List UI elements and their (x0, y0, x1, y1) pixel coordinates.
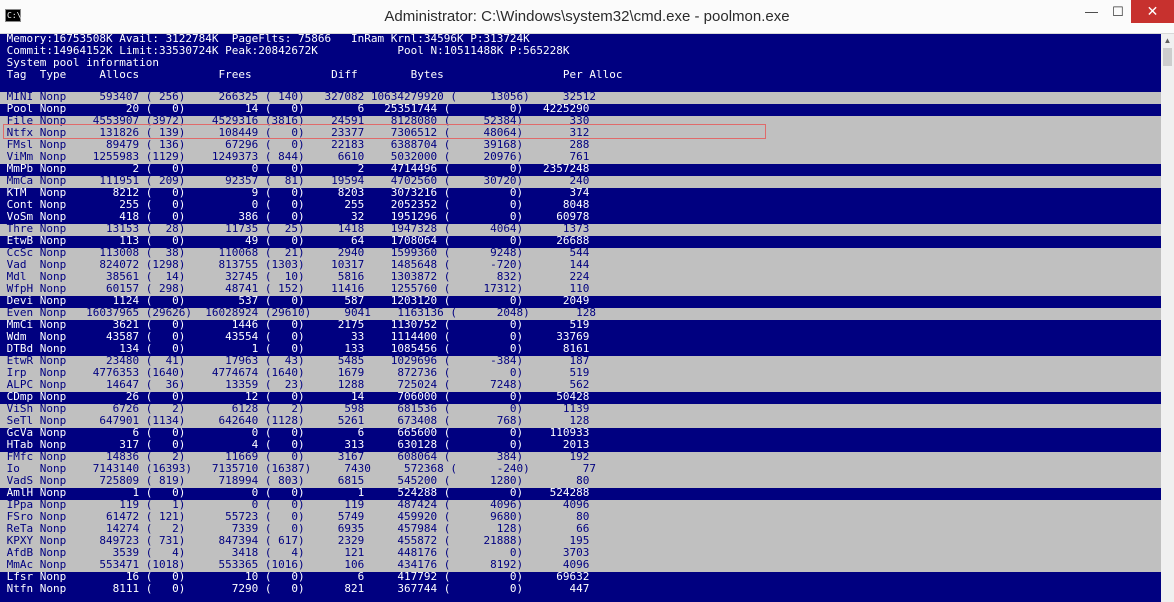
header-line: Commit:14964152K Limit:33530724K Peak:20… (0, 45, 1161, 58)
title-bar: C:\ Administrator: C:\Windows\system32\c… (0, 0, 1174, 34)
pool-row-text: Ntfn Nonp 8111 ( 0) 7290 ( 0) 821 367744… (0, 582, 590, 595)
header-line-text: Tag Type Allocs Frees Diff Bytes Per All… (0, 68, 623, 81)
highlight-box (3, 124, 766, 139)
scroll-up-arrow[interactable]: ▲ (1161, 34, 1174, 47)
console-output[interactable]: Memory:16753508K Avail: 3122784K PageFlt… (0, 34, 1161, 602)
vertical-scrollbar[interactable]: ▲ (1161, 34, 1174, 602)
scroll-thumb[interactable] (1163, 48, 1172, 66)
minimize-button[interactable]: — (1079, 0, 1104, 23)
header-line: Tag Type Allocs Frees Diff Bytes Per All… (0, 68, 1161, 82)
pool-row: Ntfn Nonp 8111 ( 0) 7290 ( 0) 821 367744… (0, 582, 1161, 596)
window-title: Administrator: C:\Windows\system32\cmd.e… (384, 8, 790, 25)
close-button[interactable]: ✕ (1131, 0, 1174, 23)
maximize-button[interactable]: ☐ (1105, 0, 1131, 23)
